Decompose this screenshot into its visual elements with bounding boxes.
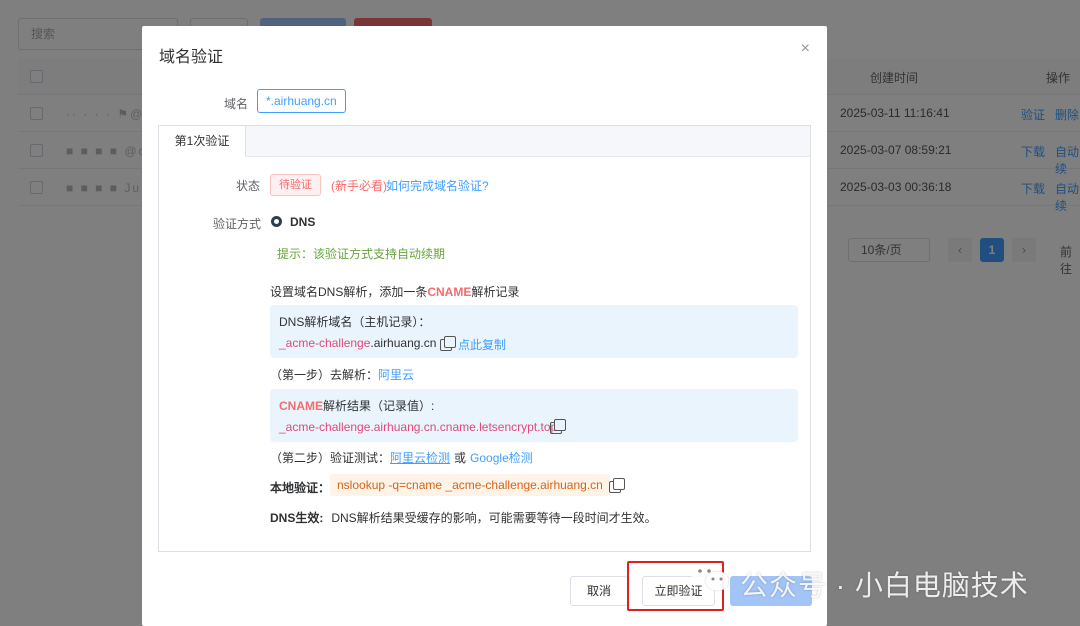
intro-cname: CNAME [427,285,472,299]
tab-bar: 第1次验证 [158,125,810,157]
cname-value: _acme-challenge.airhuang.cn.cname.letsen… [279,420,558,434]
nslookup-command: nslookup -q=cname _acme-challenge.airhua… [330,474,610,496]
dialog-title: 域名验证 [159,49,224,66]
auto-renew-tip: 提示：该验证方式支持自动续期 [277,247,446,261]
intro-suffix: 解析记录 [471,285,520,299]
watermark-text: 公众号 · 小白电脑技术 [740,570,1029,601]
cname-highlight: CNAME [279,399,323,413]
dns-intro: 设置域名DNS解析，添加一条CNAME解析记录 [270,283,519,300]
newbie-hint: (新手必看) [331,179,387,193]
step2-label: （第二步）验证测试： [270,451,391,465]
copy-icon[interactable] [609,478,625,493]
aliyun-link[interactable]: 阿里云 [378,368,414,382]
host-record-value: _acme-challenge.airhuang.cn [279,336,436,350]
domain-label: 域名 [224,97,249,111]
dns-radio[interactable] [271,216,282,227]
howto-link[interactable]: 如何完成域名验证? [386,177,489,194]
step1-label: （第一步）去解析： [270,368,379,382]
dns-radio-label[interactable]: DNS [290,215,315,229]
step-1: （第一步）去解析：阿里云 [270,366,414,383]
dns-effect-text: DNS解析结果受缓存的影响，可能需要等待一段时间才生效。 [331,511,657,525]
aliyun-check-link[interactable]: 阿里云检测 [390,451,450,465]
intro-prefix: 设置域名DNS解析，添加一条 [270,285,428,299]
host-record-domain: .airhuang.cn [370,336,437,350]
local-verify-label: 本地验证： [270,481,331,495]
cname-value-box: CNAME解析结果（记录值）: _acme-challenge.airhuang… [270,389,798,442]
copy-icon[interactable] [440,336,456,351]
cname-value-title: CNAME解析结果（记录值）: [279,397,434,414]
copy-icon[interactable] [550,419,566,434]
domain-verify-dialog: 域名验证 × 域名 *.airhuang.cn 第1次验证 状态 待验证 (新手… [142,26,827,626]
verify-card: 第1次验证 状态 待验证 (新手必看) 如何完成域名验证? 验证方式 DNS 提… [158,125,811,552]
status-badge: 待验证 [270,174,321,196]
dns-effect-note: DNS生效: DNS解析结果受缓存的影响，可能需要等待一段时间才生效。 [270,509,657,526]
domain-tag: *.airhuang.cn [257,89,346,113]
host-record-prefix: _acme-challenge [279,336,371,350]
cancel-button[interactable]: 取消 [570,576,628,606]
copy-host-link[interactable]: 点此复制 [458,336,506,353]
dns-effect-label: DNS生效: [270,511,324,525]
step2-or: 或 [454,451,467,465]
wechat-icon [691,563,730,592]
host-record-box: DNS解析域名（主机记录）： _acme-challenge.airhuang.… [270,305,798,358]
host-record-title: DNS解析域名（主机记录）： [279,315,431,329]
google-check-link[interactable]: Google检测 [470,451,533,465]
cname-title-rest: 解析结果（记录值）: [323,399,435,413]
status-label: 状态 [236,179,261,193]
tab-attempt-1[interactable]: 第1次验证 [158,125,246,157]
close-icon[interactable]: × [801,40,810,58]
method-label: 验证方式 [213,217,262,231]
step-2: （第二步）验证测试：阿里云检测或 Google检测 [270,449,533,466]
